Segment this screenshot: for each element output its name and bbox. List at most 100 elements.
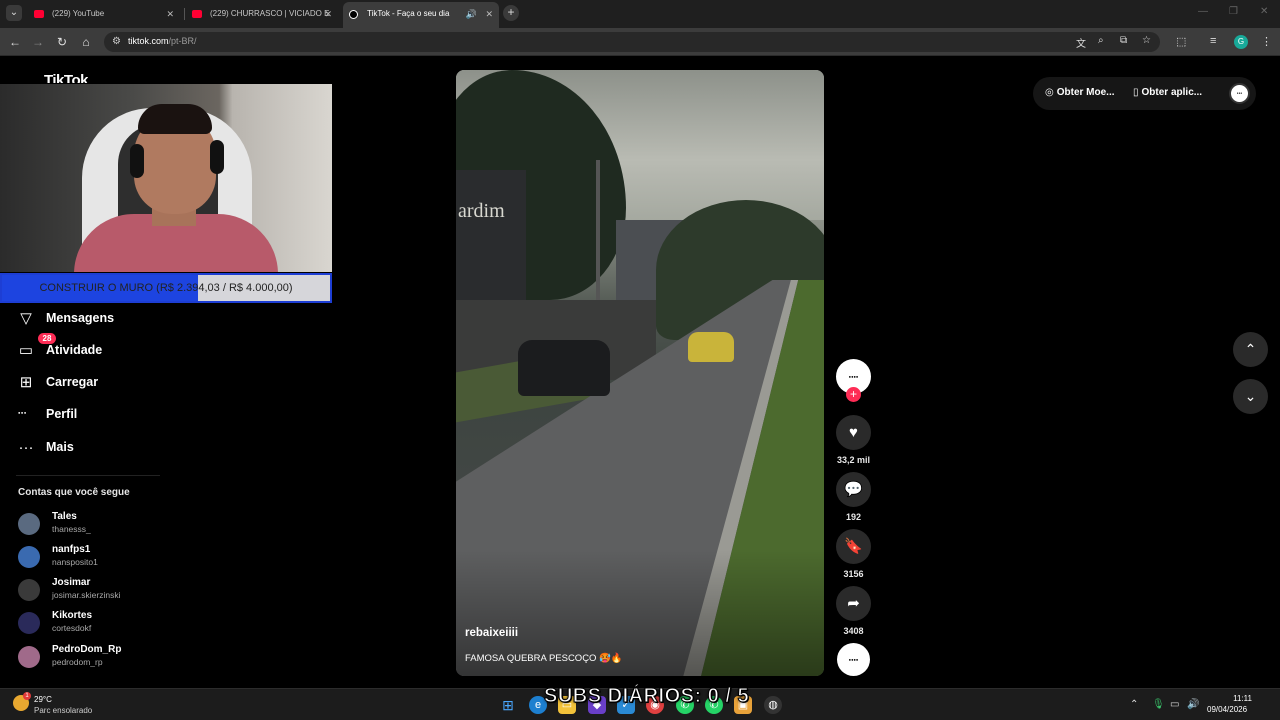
get-coins-button[interactable]: ◎ Obter Moe... bbox=[1045, 87, 1115, 98]
menu-item-mensagens[interactable]: ▽ Mensagens bbox=[16, 307, 216, 331]
avatar bbox=[18, 546, 40, 568]
get-app-button[interactable]: ▯ Obter aplic... bbox=[1133, 87, 1202, 98]
profile-avatar[interactable]: G bbox=[1234, 35, 1248, 49]
webcam-overlay bbox=[0, 84, 332, 272]
kebab-menu-icon[interactable]: ⋮ bbox=[1261, 35, 1272, 48]
forward-button[interactable]: → bbox=[30, 34, 46, 50]
media-control-icon[interactable]: ≡ bbox=[1210, 35, 1216, 47]
parked-car bbox=[518, 340, 610, 396]
bookmark-star-icon[interactable]: ☆ bbox=[1142, 35, 1151, 46]
previous-video-button[interactable]: ⌃ bbox=[1233, 332, 1268, 367]
zoom-icon[interactable]: ⌕ bbox=[1098, 35, 1104, 46]
coin-icon: ◎ bbox=[1045, 87, 1054, 98]
obs-icon[interactable]: ◍ bbox=[764, 696, 782, 714]
tab-youtube[interactable]: (229) YouTube ✕ bbox=[28, 4, 180, 24]
bookmark-icon: 🔖 bbox=[844, 538, 863, 555]
following-account[interactable]: Tales thanesss_ bbox=[18, 509, 218, 539]
upload-icon: ⊞ bbox=[19, 374, 33, 391]
video-player[interactable]: ardim rebaixeiiii FAMOSA QUEBRA PESCOÇO … bbox=[456, 70, 824, 676]
top-actions-bar: ◎ Obter Moe... ▯ Obter aplic... ●●● bbox=[1033, 77, 1256, 110]
microphone-icon[interactable]: 🎙 bbox=[1152, 699, 1165, 710]
save-button[interactable]: 🔖 bbox=[836, 529, 871, 564]
tiktok-logo[interactable]: TikTok bbox=[44, 71, 88, 83]
menu-item-mais[interactable]: ··· Mais bbox=[16, 436, 216, 460]
video-caption: FAMOSA QUEBRA PESCOÇO 🥵🔥 bbox=[465, 653, 623, 664]
weather-temperature[interactable]: 29°C bbox=[34, 695, 52, 704]
phone-icon: ▯ bbox=[1133, 87, 1139, 98]
close-window-icon[interactable]: ✕ bbox=[1260, 6, 1268, 17]
profile-icon: ●●● bbox=[18, 410, 27, 415]
like-button[interactable]: ♥ bbox=[836, 415, 871, 450]
following-account[interactable]: Kikortes cortesdokf bbox=[18, 608, 218, 638]
sidebar-divider bbox=[16, 475, 160, 476]
following-account[interactable]: PedroDom_Rp pedrodom_rp bbox=[18, 642, 218, 672]
translate-icon[interactable]: 文 bbox=[1076, 35, 1086, 50]
subs-counter-overlay: SUBS DIÁRIOS: 0 / 5 bbox=[543, 685, 750, 708]
windows-start-icon[interactable]: ⊞ bbox=[499, 696, 517, 714]
more-icon: ··· bbox=[18, 439, 34, 456]
goal-text: CONSTRUIR O MURO (R$ 2.394,03 / R$ 4.000… bbox=[39, 282, 293, 294]
tab-title: TikTok - Faça o seu dia bbox=[367, 9, 450, 18]
comment-button[interactable]: 💬 bbox=[836, 472, 871, 507]
network-icon[interactable]: ▭ bbox=[1170, 699, 1179, 710]
avatar bbox=[18, 579, 40, 601]
music-disc[interactable]: ●●●● bbox=[837, 643, 870, 676]
close-icon[interactable]: ✕ bbox=[485, 2, 493, 26]
avatar bbox=[18, 646, 40, 668]
weather-description[interactable]: Parc ensolarado bbox=[34, 706, 92, 715]
clock-date[interactable]: 09/04/2026 bbox=[1207, 705, 1247, 714]
tab-title: (229) YouTube bbox=[52, 9, 105, 18]
volume-icon[interactable]: 🔊 bbox=[1187, 699, 1199, 710]
avatar bbox=[18, 612, 40, 634]
comment-count: 192 bbox=[845, 512, 862, 522]
menu-item-atividade[interactable]: ▭ 28 Atividade bbox=[16, 333, 216, 363]
chevron-up-icon: ⌃ bbox=[1244, 341, 1257, 357]
share-count: 3408 bbox=[843, 626, 864, 636]
avatar bbox=[18, 513, 40, 535]
following-section-title: Contas que você segue bbox=[18, 487, 130, 498]
site-info-icon[interactable]: ⚙ bbox=[112, 36, 121, 47]
speaker-icon[interactable]: 🔊 bbox=[466, 2, 477, 26]
comment-icon: 💬 bbox=[844, 481, 863, 498]
tab-search-button[interactable]: ⌄ bbox=[6, 5, 22, 21]
tab-title: (229) CHURRASCO | VICIADO E bbox=[210, 9, 330, 18]
stream-goal-bar: CONSTRUIR O MURO (R$ 2.394,03 / R$ 4.000… bbox=[0, 273, 332, 303]
share-icon: ➦ bbox=[847, 595, 860, 612]
tab-tiktok[interactable]: TikTok - Faça o seu dia 🔊 ✕ bbox=[343, 2, 499, 28]
video-author[interactable]: rebaixeiiii bbox=[465, 627, 518, 639]
next-video-button[interactable]: ⌄ bbox=[1233, 379, 1268, 414]
share-button[interactable]: ➦ bbox=[836, 586, 871, 621]
install-app-icon[interactable]: ⧉ bbox=[1120, 35, 1127, 46]
inbox-icon: ▭ bbox=[18, 342, 34, 359]
user-avatar[interactable]: ●●● bbox=[1229, 83, 1250, 104]
extensions-icon[interactable]: ⬚ bbox=[1176, 35, 1186, 48]
youtube-icon bbox=[34, 10, 44, 18]
chevron-up-icon[interactable]: ⌃ bbox=[1130, 699, 1138, 710]
clock-time[interactable]: 11:11 bbox=[1228, 694, 1252, 703]
yellow-car bbox=[688, 332, 734, 362]
send-icon: ▽ bbox=[20, 310, 32, 327]
close-icon[interactable]: ✕ bbox=[166, 4, 174, 24]
follow-plus-button[interactable]: + bbox=[846, 387, 861, 402]
tiktok-page: TikTok CONSTRUIR O MURO (R$ 2.394,03 / R… bbox=[0, 57, 1280, 688]
new-tab-button[interactable]: + bbox=[503, 5, 519, 21]
address-bar[interactable]: ⚙ tiktok.com/pt-BR/ 文 ⌕ ⧉ ☆ bbox=[104, 32, 1160, 52]
browser-toolbar: ← → ↻ ⌂ ⚙ tiktok.com/pt-BR/ 文 ⌕ ⧉ ☆ ⬚ ≡ … bbox=[0, 28, 1280, 56]
minimize-icon[interactable]: — bbox=[1198, 6, 1208, 17]
url-text: tiktok.com/pt-BR/ bbox=[128, 36, 197, 46]
reload-button[interactable]: ↻ bbox=[54, 34, 70, 50]
home-button[interactable]: ⌂ bbox=[78, 34, 94, 50]
close-icon[interactable]: ✕ bbox=[324, 4, 332, 24]
weather-badge: 1 bbox=[23, 692, 31, 700]
back-button[interactable]: ← bbox=[7, 34, 23, 50]
menu-item-carregar[interactable]: ⊞ Carregar bbox=[16, 371, 216, 395]
youtube-icon bbox=[192, 10, 202, 18]
following-account[interactable]: Josimar josimar.skierzinski bbox=[18, 575, 218, 605]
menu-item-perfil[interactable]: ●●● Perfil bbox=[16, 403, 216, 427]
building-sign: ardim bbox=[458, 200, 505, 222]
following-account[interactable]: nanfps1 nansposito1 bbox=[18, 542, 218, 572]
tab-churrasco[interactable]: (229) CHURRASCO | VICIADO E ✕ bbox=[186, 4, 338, 24]
restore-icon[interactable]: ❐ bbox=[1229, 6, 1238, 17]
save-count: 3156 bbox=[843, 569, 864, 579]
tiktok-icon bbox=[349, 10, 358, 19]
